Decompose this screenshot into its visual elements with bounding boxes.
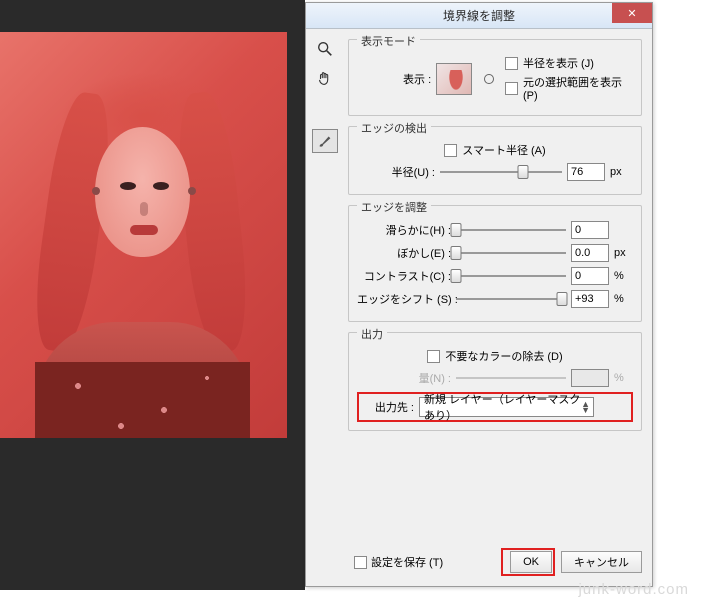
smooth-input[interactable] xyxy=(571,221,609,239)
save-settings-checkbox[interactable] xyxy=(354,556,367,569)
select-arrows-icon: ▲▼ xyxy=(581,401,590,413)
group-title: 表示モード xyxy=(357,33,420,49)
feather-slider[interactable] xyxy=(456,244,566,262)
radius-input[interactable] xyxy=(567,163,605,181)
show-label: 表示 : xyxy=(357,71,431,87)
radius-unit: px xyxy=(610,166,628,178)
group-title: 出力 xyxy=(357,326,387,342)
output-to-value: 新規 レイヤー（レイヤーマスクあり） xyxy=(424,391,589,423)
contrast-slider[interactable] xyxy=(456,267,566,285)
brush-tool[interactable] xyxy=(312,129,338,153)
amount-slider xyxy=(456,369,566,387)
dialog-title: 境界線を調整 xyxy=(306,7,652,24)
close-button[interactable]: ✕ xyxy=(612,3,652,23)
view-thumb-button[interactable] xyxy=(436,63,472,95)
watermark: junk-word.com xyxy=(578,581,689,598)
zoom-tool[interactable] xyxy=(312,37,338,61)
decontaminate-checkbox[interactable] xyxy=(427,350,440,363)
contrast-label: コントラスト(C) : xyxy=(357,268,451,284)
save-settings-label: 設定を保存 (T) xyxy=(371,554,443,570)
titlebar[interactable]: 境界線を調整 ✕ xyxy=(306,3,652,29)
brush-icon xyxy=(316,132,334,150)
amount-input xyxy=(571,369,609,387)
ok-highlight: OK xyxy=(501,548,555,576)
radius-label: 半径(U) : xyxy=(357,164,435,180)
group-output: 出力 不要なカラーの除去 (D) 量(N) : % 出力先 : 新規 レイヤー（… xyxy=(348,332,642,431)
output-to-label: 出力先 : xyxy=(360,399,414,415)
cancel-button[interactable]: キャンセル xyxy=(561,551,642,573)
canvas-area xyxy=(0,0,305,590)
group-edge-adjust: エッジを調整 滑らかに(H) : ぼかし(E) : px コントラスト(C) : xyxy=(348,205,642,322)
smooth-slider[interactable] xyxy=(456,221,566,239)
show-original-checkbox[interactable] xyxy=(505,82,518,95)
contrast-input[interactable] xyxy=(571,267,609,285)
hand-icon xyxy=(316,70,334,88)
ok-button[interactable]: OK xyxy=(510,551,552,573)
amount-label: 量(N) : xyxy=(357,370,451,386)
feather-input[interactable] xyxy=(571,244,609,262)
decontaminate-label: 不要なカラーの除去 (D) xyxy=(445,348,562,364)
output-to-highlight: 出力先 : 新規 レイヤー（レイヤーマスクあり） ▲▼ xyxy=(357,392,633,422)
shift-label: エッジをシフト (S) : xyxy=(357,291,451,307)
smooth-label: 滑らかに(H) : xyxy=(357,222,451,238)
refine-edge-dialog: 境界線を調整 ✕ 表示モード 表示 : xyxy=(305,2,653,587)
show-radius-checkbox[interactable] xyxy=(505,57,518,70)
view-picker-icon[interactable] xyxy=(484,74,494,84)
shift-slider[interactable] xyxy=(456,290,566,308)
show-radius-label: 半径を表示 (J) xyxy=(523,55,594,71)
group-display-mode: 表示モード 表示 : 半径を表示 (J) 元の選択範囲を表示 (P) xyxy=(348,39,642,116)
smart-radius-checkbox[interactable] xyxy=(444,144,457,157)
output-to-select[interactable]: 新規 レイヤー（レイヤーマスクあり） ▲▼ xyxy=(419,397,594,417)
group-title: エッジの検出 xyxy=(357,120,431,136)
magnifier-icon xyxy=(316,40,334,58)
close-icon: ✕ xyxy=(627,7,636,20)
show-original-label: 元の選択範囲を表示 (P) xyxy=(523,74,633,102)
preview-image xyxy=(0,32,287,438)
radius-slider[interactable] xyxy=(440,163,562,181)
group-title: エッジを調整 xyxy=(357,199,431,215)
smart-radius-label: スマート半径 (A) xyxy=(462,142,545,158)
shift-input[interactable] xyxy=(571,290,609,308)
hand-tool[interactable] xyxy=(312,67,338,91)
group-edge-detect: エッジの検出 スマート半径 (A) 半径(U) : px xyxy=(348,126,642,195)
feather-label: ぼかし(E) : xyxy=(357,245,451,261)
